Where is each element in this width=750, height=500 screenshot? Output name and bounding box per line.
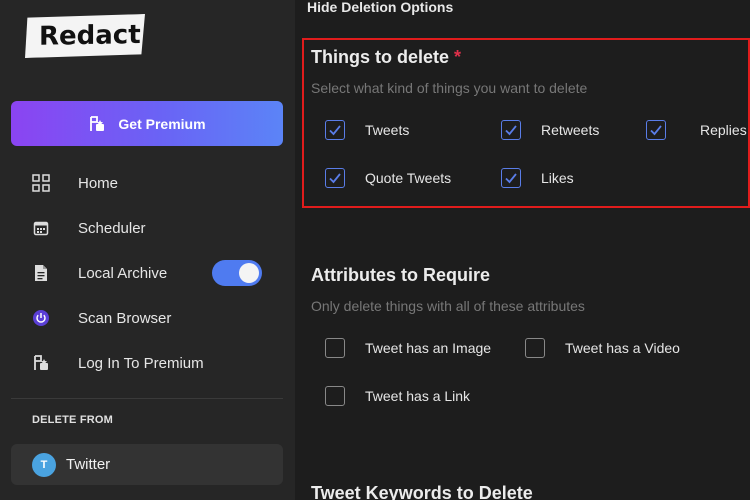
- checkmark-icon[interactable]: [501, 168, 521, 188]
- get-premium-button[interactable]: Get Premium: [11, 101, 283, 146]
- checkbox-replies[interactable]: Replies: [646, 119, 747, 141]
- checkbox-label: Tweets: [365, 122, 410, 138]
- main-panel: Hide Deletion Options Things to delete *…: [295, 0, 750, 500]
- checkbox-quote-tweets[interactable]: Quote Tweets: [325, 167, 451, 189]
- sidebar-item-scan-browser[interactable]: Scan Browser: [30, 303, 280, 333]
- checkmark-icon[interactable]: [646, 120, 666, 140]
- sidebar-item-label: Scan Browser: [78, 309, 172, 327]
- checkbox-label: Tweet has a Video: [565, 340, 680, 356]
- checkmark-icon[interactable]: [325, 120, 345, 140]
- document-icon: [30, 262, 52, 284]
- checkbox-label: Tweet has a Link: [365, 388, 471, 404]
- things-title-text: Things to delete: [311, 47, 450, 67]
- sidebar-item-label: Home: [78, 174, 119, 192]
- checkbox-tweet-has-image[interactable]: Tweet has an Image: [325, 337, 491, 359]
- things-to-delete-subtitle: Select what kind of things you want to d…: [311, 80, 588, 96]
- get-premium-label: Get Premium: [118, 115, 206, 132]
- checkbox-label: Retweets: [541, 122, 600, 138]
- premium-icon: [88, 115, 106, 133]
- local-archive-toggle[interactable]: [212, 260, 262, 286]
- redact-logo[interactable]: Redact: [25, 14, 145, 58]
- attributes-subtitle: Only delete things with all of these att…: [311, 298, 585, 314]
- checkmark-icon[interactable]: [325, 168, 345, 188]
- toggle-knob: [239, 263, 259, 283]
- checkbox-label: Replies: [700, 122, 747, 138]
- checkbox-likes[interactable]: Likes: [501, 167, 574, 189]
- checkmark-icon[interactable]: [501, 120, 521, 140]
- checkbox-box[interactable]: [325, 338, 345, 358]
- checkbox-label: Likes: [541, 170, 574, 186]
- power-icon: [30, 307, 52, 329]
- checkbox-tweet-has-link[interactable]: Tweet has a Link: [325, 385, 470, 407]
- grid-icon: [30, 172, 52, 194]
- calendar-icon: [30, 217, 52, 239]
- checkbox-tweet-has-video[interactable]: Tweet has a Video: [525, 337, 680, 359]
- sidebar-item-label: Scheduler: [78, 219, 146, 237]
- checkbox-retweets[interactable]: Retweets: [501, 119, 599, 141]
- sidebar: Redact Get Premium Home Scheduler Local …: [0, 0, 295, 500]
- sidebar-divider: [11, 398, 283, 399]
- avatar: T: [32, 452, 56, 477]
- delete-from-label: DELETE FROM: [32, 414, 114, 426]
- checkbox-box[interactable]: [525, 338, 545, 358]
- hide-deletion-options-link[interactable]: Hide Deletion Options: [307, 0, 453, 15]
- checkbox-label: Tweet has an Image: [365, 340, 492, 356]
- account-name: Twitter: [66, 456, 111, 473]
- attributes-title: Attributes to Require: [311, 265, 491, 285]
- required-marker: *: [454, 47, 462, 67]
- checkbox-label: Quote Tweets: [365, 170, 452, 186]
- things-to-delete-title: Things to delete *: [311, 47, 461, 68]
- sidebar-item-scheduler[interactable]: Scheduler: [30, 213, 280, 243]
- tweet-keywords-title: Tweet Keywords to Delete: [311, 483, 533, 500]
- checkbox-tweets[interactable]: Tweets: [325, 119, 409, 141]
- sidebar-item-label: Log In To Premium: [78, 354, 204, 372]
- premium-icon: [30, 352, 52, 374]
- sidebar-item-log-in-to-premium[interactable]: Log In To Premium: [30, 348, 280, 378]
- sidebar-item-home[interactable]: Home: [30, 168, 280, 198]
- sidebar-item-label: Local Archive: [78, 264, 168, 282]
- account-twitter[interactable]: T Twitter: [11, 444, 283, 485]
- checkbox-box[interactable]: [325, 386, 345, 406]
